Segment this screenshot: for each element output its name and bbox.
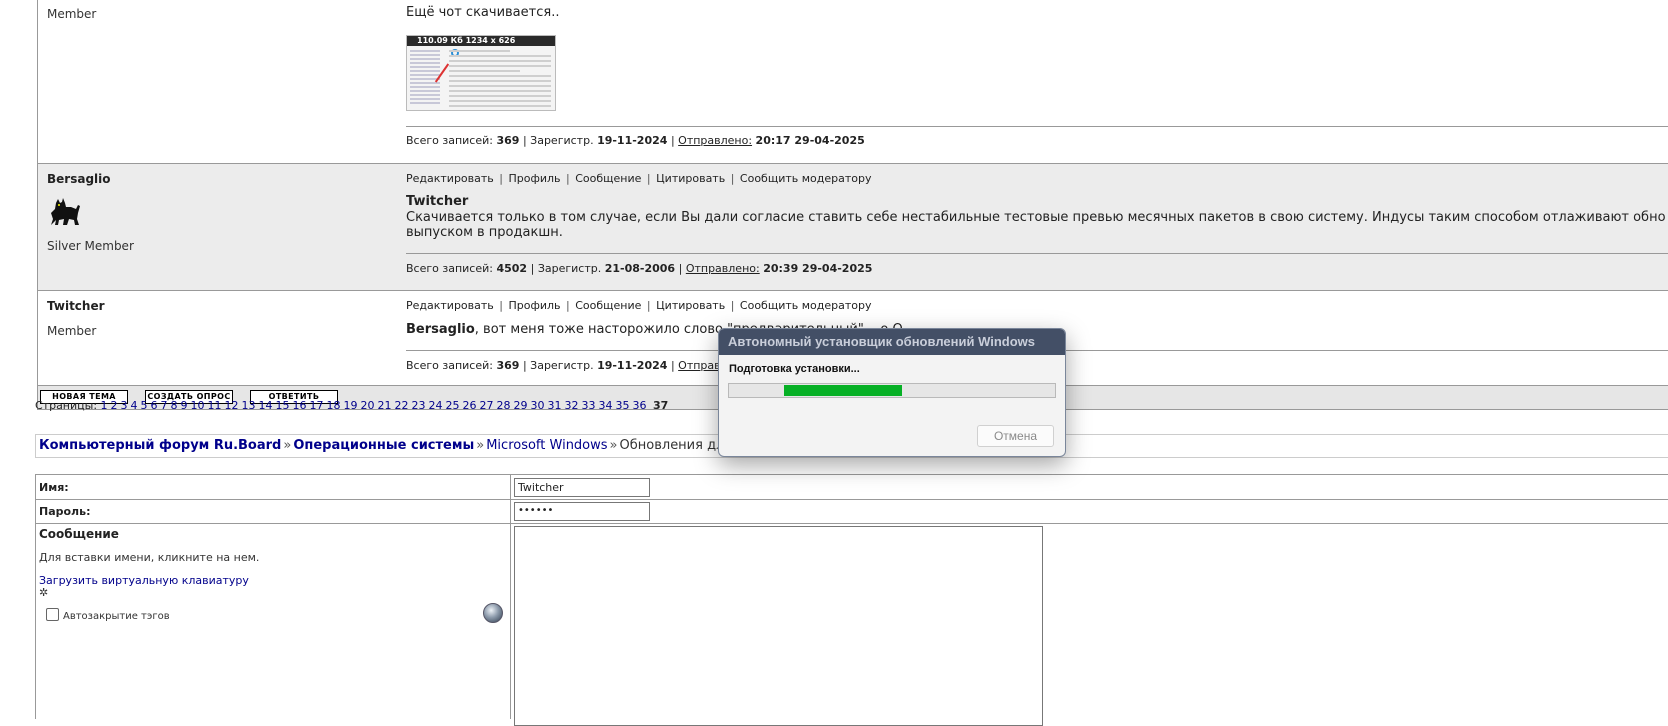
page-link[interactable]: 32 [565, 399, 579, 412]
gear-icon[interactable]: ✲ [39, 587, 507, 598]
page-link[interactable]: 2 [111, 399, 118, 412]
page-link[interactable]: 27 [480, 399, 494, 412]
page-link[interactable]: 6 [151, 399, 158, 412]
current-page: 37 [653, 399, 669, 412]
page-link[interactable]: 14 [259, 399, 273, 412]
quote-link[interactable]: Цитировать [656, 172, 725, 185]
message-textarea[interactable] [514, 526, 1043, 726]
page-link[interactable]: 25 [446, 399, 460, 412]
post-stats: Всего записей: 369 | Зарегистр. 19-11-20… [406, 359, 771, 372]
post-text: Ещё чот скачивается.. [406, 5, 560, 20]
page-link[interactable]: 9 [181, 399, 188, 412]
breadcrumb-subsection[interactable]: Microsoft Windows [486, 438, 607, 453]
author-rank: Member [47, 7, 97, 21]
page-link[interactable]: 34 [599, 399, 613, 412]
progress-bar [728, 383, 1056, 398]
author-name[interactable]: Bersaglio [47, 172, 111, 186]
breadcrumb-section[interactable]: Операционные системы [293, 438, 474, 453]
password-field[interactable]: •••••• [514, 502, 650, 521]
author-rank: Member [47, 324, 97, 338]
insert-name-hint: Для вставки имени, кликните на нем. [39, 551, 260, 564]
attachment-thumbnail[interactable]: 110.09 Кб 1234 x 626 [406, 35, 556, 111]
page-link[interactable]: 5 [141, 399, 148, 412]
autoclose-tags-checkbox[interactable] [46, 608, 59, 621]
autoclose-tags-label: Автозакрытие тэгов [63, 611, 170, 622]
page-link[interactable]: 1 [101, 399, 108, 412]
post-actions: Редактировать | Профиль | Сообщение | Ци… [406, 299, 872, 312]
post: Bersaglio Silver Member Редактировать | … [38, 164, 1668, 291]
virtual-keyboard-link[interactable]: Загрузить виртуальную клавиатуру [39, 574, 507, 587]
update-installer-dialog: Автономный установщик обновлений Windows… [718, 328, 1066, 457]
author-name[interactable]: Twitcher [47, 299, 105, 313]
breadcrumb-root[interactable]: Компьютерный форум Ru.Board [39, 438, 281, 453]
quote-link[interactable]: Цитировать [656, 299, 725, 312]
page-link[interactable]: 3 [121, 399, 128, 412]
sent-link[interactable]: Отправлено: [678, 134, 752, 147]
post-text: Скачивается только в том случае, если Вы… [406, 210, 1666, 225]
edit-link[interactable]: Редактировать [406, 172, 494, 185]
page-link[interactable]: 16 [293, 399, 307, 412]
post-text-line2: выпуском в продакшн. [406, 225, 563, 240]
page-link[interactable]: 13 [242, 399, 256, 412]
page-link[interactable]: 21 [378, 399, 392, 412]
name-field[interactable]: Twitcher [514, 478, 650, 497]
page-link[interactable]: 11 [208, 399, 222, 412]
profile-link[interactable]: Профиль [508, 172, 560, 185]
page-link[interactable]: 12 [225, 399, 239, 412]
name-label: Имя: [39, 481, 69, 494]
page-link[interactable]: 29 [514, 399, 528, 412]
pagination: Страницы: 1 2 3 4 5 6 7 8 9 10 11 12 13 14 15 16 17 18 19 2… [35, 399, 668, 412]
page-link[interactable]: 15 [276, 399, 290, 412]
page-link[interactable]: 4 [131, 399, 138, 412]
reply-form: Имя: Twitcher Пароль: •••••• Сообщение Д… [35, 474, 1668, 726]
pagination-label: Страницы: [35, 399, 98, 412]
profile-link[interactable]: Профиль [508, 299, 560, 312]
page-link[interactable]: 28 [497, 399, 511, 412]
message-link[interactable]: Сообщение [575, 172, 641, 185]
quoted-author[interactable]: Bersaglio [406, 322, 475, 337]
post: Member Ещё чот скачивается.. 110.09 Кб 1… [38, 0, 1668, 164]
page-link[interactable]: 20 [361, 399, 375, 412]
post-stats: Всего записей: 369 | Зарегистр. 19-11-20… [406, 134, 865, 147]
edit-link[interactable]: Редактировать [406, 299, 494, 312]
page-link[interactable]: 8 [171, 399, 178, 412]
cancel-button[interactable]: Отмена [977, 425, 1054, 447]
divider [406, 253, 1668, 254]
password-label: Пароль: [39, 505, 91, 518]
page-link[interactable]: 17 [310, 399, 324, 412]
dialog-status: Подготовка установки... [729, 363, 860, 375]
page-link[interactable]: 7 [161, 399, 168, 412]
page-link[interactable]: 23 [412, 399, 426, 412]
attachment-caption: 110.09 Кб 1234 x 626 [407, 36, 555, 46]
progress-fill [784, 385, 902, 396]
page-link[interactable]: 33 [582, 399, 596, 412]
sent-link[interactable]: Отправлено: [686, 262, 760, 275]
report-link[interactable]: Сообщить модератору [740, 172, 872, 185]
post-title: Twitcher [406, 194, 469, 209]
orb-icon[interactable] [483, 603, 503, 623]
page-link[interactable]: 35 [616, 399, 630, 412]
page-link[interactable]: 26 [463, 399, 477, 412]
author-rank: Silver Member [47, 239, 134, 253]
page-link[interactable]: 10 [191, 399, 205, 412]
page-link[interactable]: 31 [548, 399, 562, 412]
dialog-title[interactable]: Автономный установщик обновлений Windows [719, 329, 1065, 355]
page-link[interactable]: 30 [531, 399, 545, 412]
black-cat-icon [47, 195, 81, 230]
page-link[interactable]: 19 [344, 399, 358, 412]
post-stats: Всего записей: 4502 | Зарегистр. 21-08-2… [406, 262, 873, 275]
message-link[interactable]: Сообщение [575, 299, 641, 312]
page-link[interactable]: 24 [429, 399, 443, 412]
report-link[interactable]: Сообщить модератору [740, 299, 872, 312]
page-link[interactable]: 22 [395, 399, 409, 412]
message-label: Сообщение [39, 527, 119, 541]
divider [406, 126, 1668, 127]
post-actions: Редактировать | Профиль | Сообщение | Ци… [406, 172, 872, 185]
page-link[interactable]: 36 [633, 399, 647, 412]
page-link[interactable]: 18 [327, 399, 341, 412]
